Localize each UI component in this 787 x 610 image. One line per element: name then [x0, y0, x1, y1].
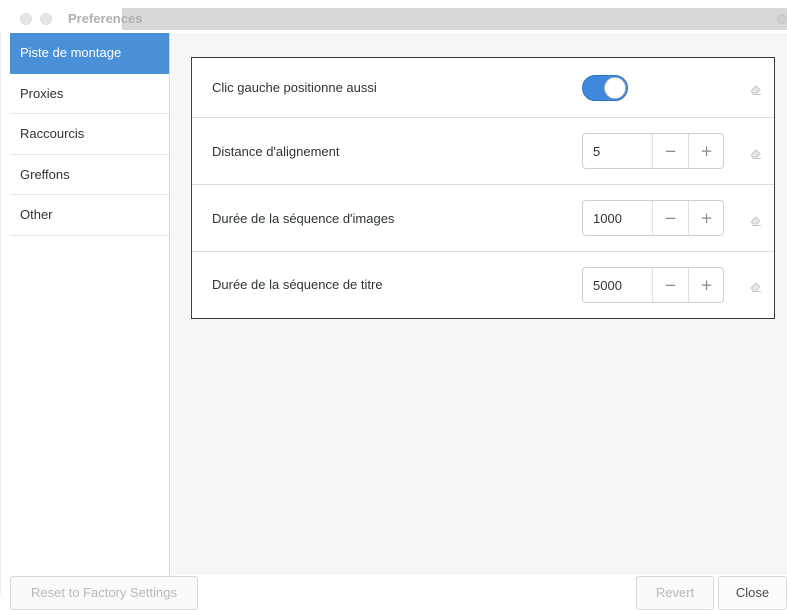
increment-button[interactable]: + — [688, 201, 724, 235]
setting-row-duree-sequence-titre: Durée de la séquence de titre 5000 − + — [192, 252, 774, 318]
eraser-icon[interactable] — [749, 279, 763, 293]
title-bar: Preferences — [0, 0, 787, 32]
sidebar-item-other[interactable]: Other — [10, 195, 169, 236]
duree-sequence-titre-spinbutton: 5000 − + — [582, 267, 724, 303]
distance-alignement-spinbutton: 5 − + — [582, 133, 724, 169]
window-control-dot-icon[interactable] — [777, 14, 787, 24]
clic-gauche-toggle[interactable] — [582, 75, 628, 101]
eraser-icon[interactable] — [749, 213, 763, 227]
setting-label: Durée de la séquence de titre — [212, 277, 383, 292]
increment-button[interactable]: + — [688, 134, 724, 168]
decrement-button[interactable]: − — [652, 201, 688, 235]
setting-row-clic-gauche: Clic gauche positionne aussi — [192, 58, 774, 118]
close-button[interactable]: Close — [718, 576, 787, 610]
decrement-button[interactable]: − — [652, 268, 688, 302]
spin-value[interactable]: 1000 — [593, 211, 622, 226]
duree-sequence-images-spinbutton: 1000 − + — [582, 200, 724, 236]
sidebar-item-raccourcis[interactable]: Raccourcis — [10, 114, 169, 155]
setting-label: Durée de la séquence d'images — [212, 211, 395, 226]
sidebar-edge — [0, 33, 1, 595]
setting-label: Clic gauche positionne aussi — [212, 80, 377, 95]
toggle-knob — [604, 77, 626, 99]
sidebar-item-proxies[interactable]: Proxies — [10, 74, 169, 114]
window-title: Preferences — [68, 11, 143, 26]
setting-row-distance-alignement: Distance d'alignement 5 − + — [192, 118, 774, 185]
setting-label: Distance d'alignement — [212, 144, 340, 159]
settings-content: Clic gauche positionne aussi Distance d'… — [171, 33, 787, 575]
revert-button[interactable]: Revert — [636, 576, 714, 610]
decrement-button[interactable]: − — [652, 134, 688, 168]
sidebar: Piste de montage Proxies Raccourcis Gref… — [10, 33, 170, 595]
eraser-icon[interactable] — [749, 146, 763, 160]
title-bar-strip — [122, 8, 787, 30]
window-close-dot-icon[interactable] — [20, 13, 32, 25]
settings-panel: Clic gauche positionne aussi Distance d'… — [191, 57, 775, 319]
sidebar-item-piste-de-montage[interactable]: Piste de montage — [10, 33, 169, 74]
sidebar-item-greffons[interactable]: Greffons — [10, 155, 169, 195]
window-minimize-dot-icon[interactable] — [40, 13, 52, 25]
spin-value[interactable]: 5000 — [593, 278, 622, 293]
reset-to-factory-settings-button[interactable]: Reset to Factory Settings — [10, 576, 198, 610]
eraser-icon[interactable] — [749, 82, 763, 96]
increment-button[interactable]: + — [688, 268, 724, 302]
spin-value[interactable]: 5 — [593, 144, 600, 159]
setting-row-duree-sequence-images: Durée de la séquence d'images 1000 − + — [192, 185, 774, 252]
